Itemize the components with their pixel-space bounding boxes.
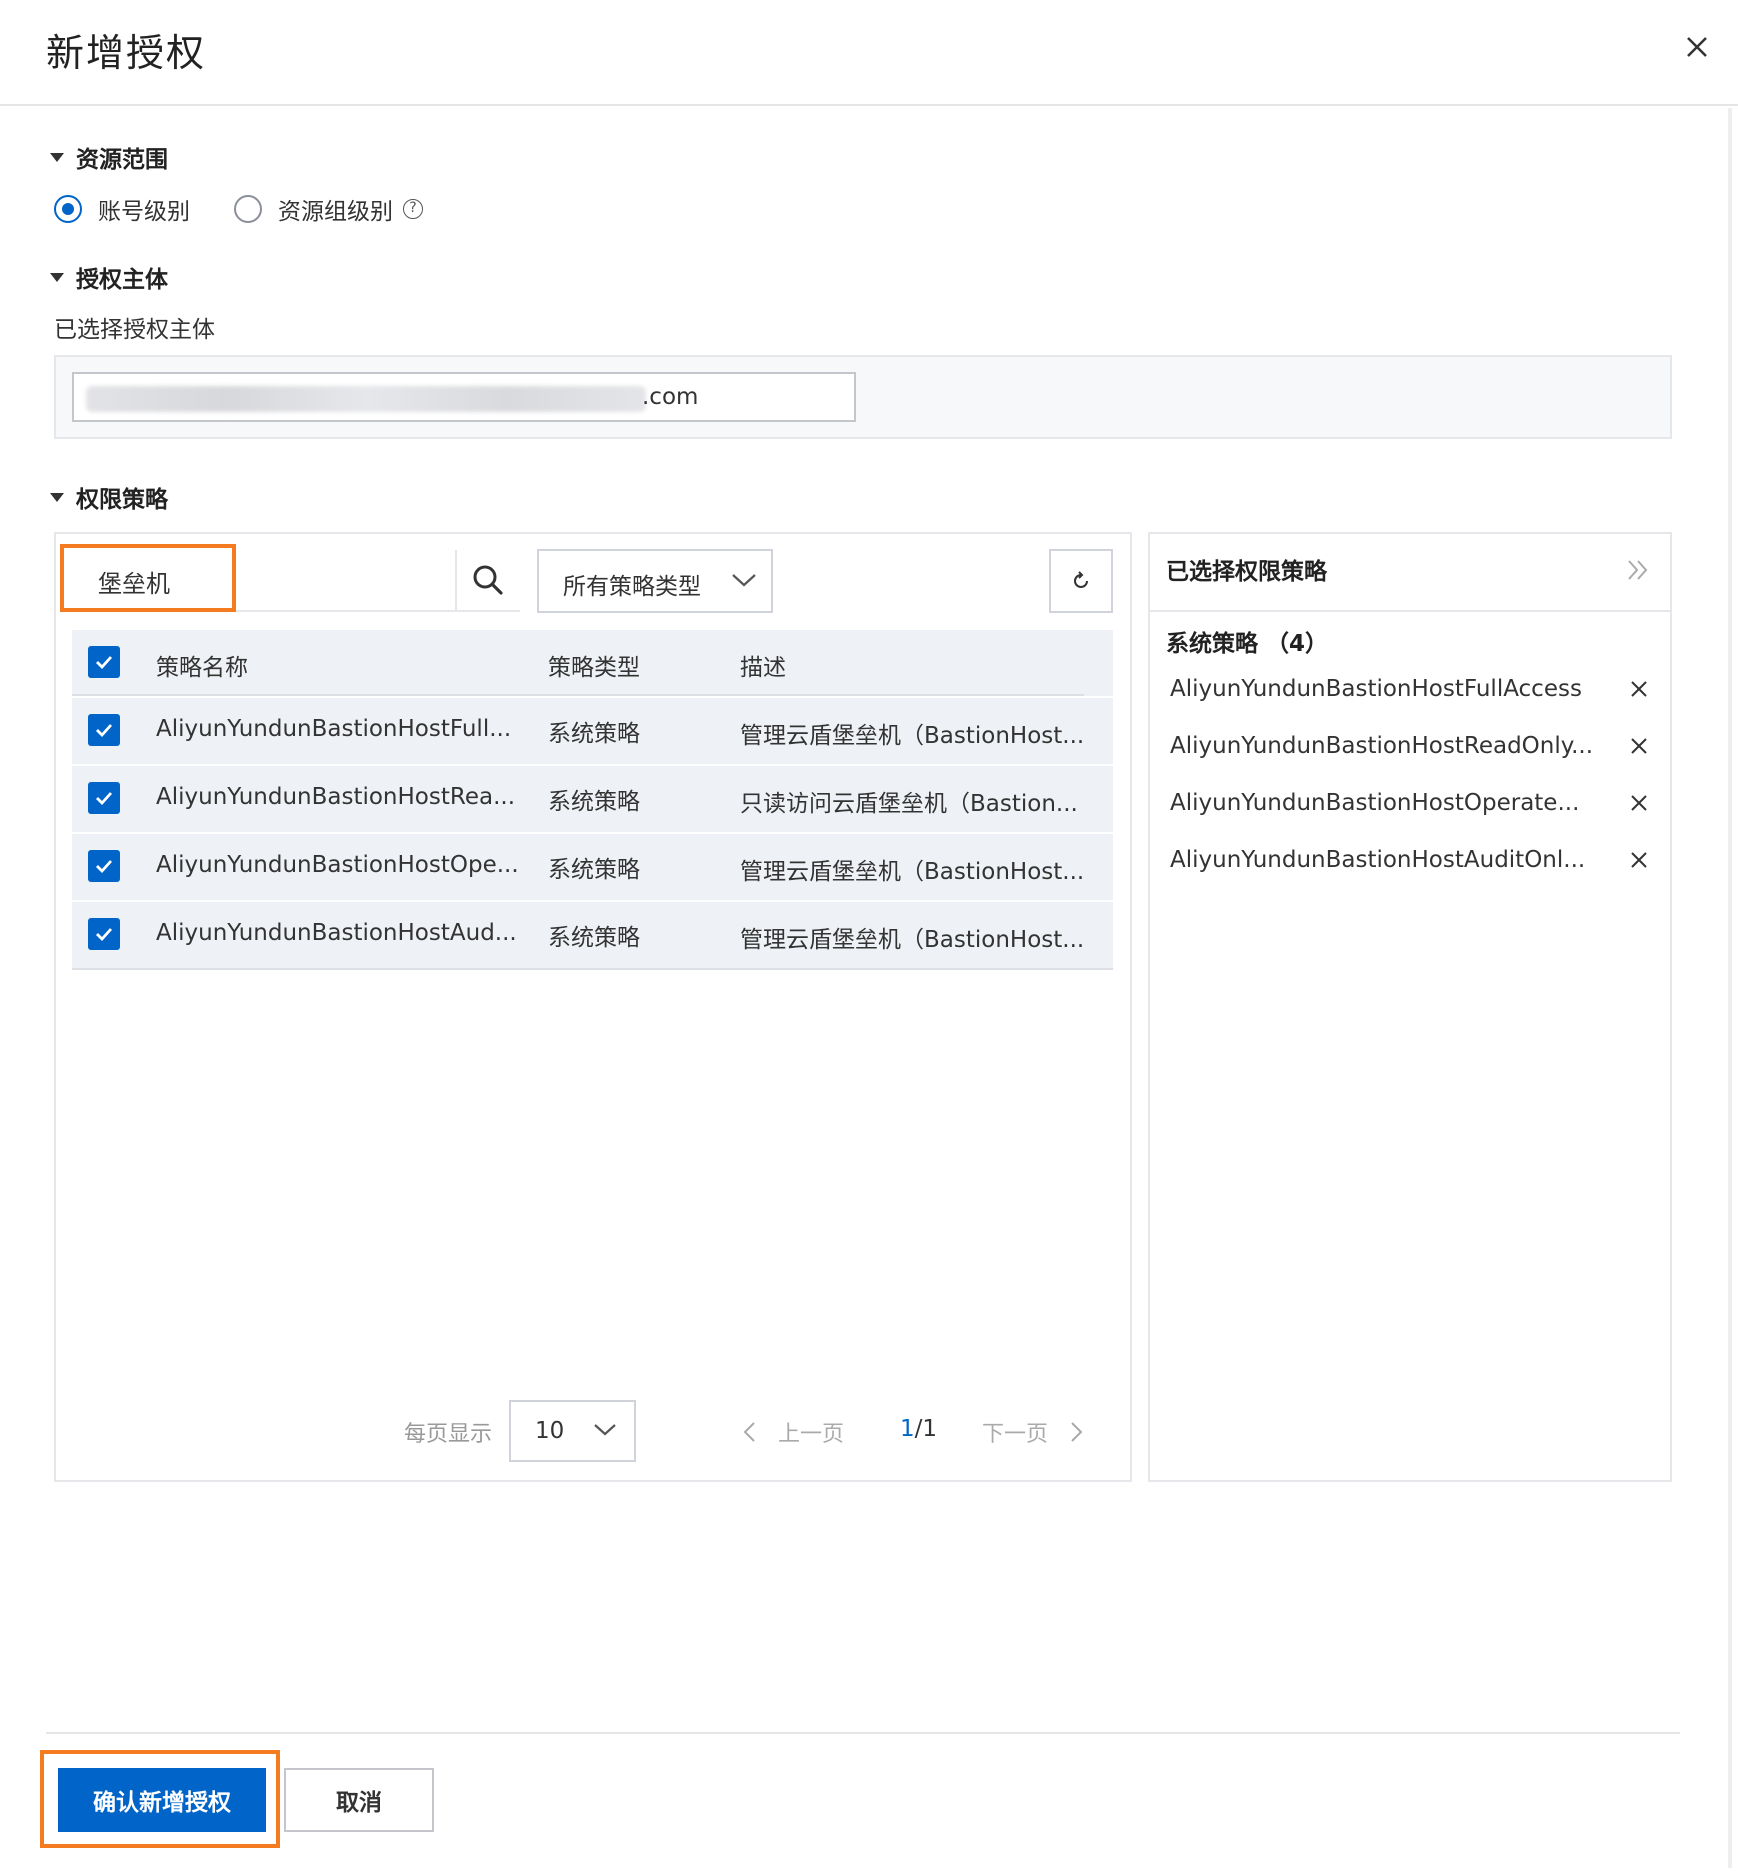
prev-page-button[interactable]: 上一页 — [740, 1416, 844, 1448]
row-checkbox[interactable] — [88, 714, 120, 746]
caret-down-icon — [50, 272, 64, 282]
row-policy-type: 系统策略 — [548, 925, 640, 951]
chevron-down-icon — [592, 1420, 618, 1440]
next-page-button[interactable]: 下一页 — [982, 1416, 1086, 1448]
caret-down-icon — [50, 152, 64, 162]
row-policy-desc: 管理云盾堡垒机（BastionHost... — [740, 927, 1085, 953]
checkmark-icon — [96, 656, 113, 670]
refresh-icon — [1074, 571, 1088, 588]
total-pages: /1 — [914, 1416, 938, 1442]
checkmark-icon — [96, 792, 113, 806]
section-principal-label: 授权主体 — [76, 267, 168, 293]
selected-policy-item: AliyunYundunBastionHostReadOnly... — [1170, 733, 1594, 759]
selected-principal-label: 已选择授权主体 — [54, 317, 215, 343]
col-header-desc: 描述 — [740, 655, 786, 681]
select-all-checkbox[interactable] — [88, 646, 120, 678]
help-icon[interactable]: ? — [403, 199, 423, 219]
radio-account-level-label: 账号级别 — [98, 199, 190, 225]
row-checkbox[interactable] — [88, 918, 120, 950]
selected-policy-item: AliyunYundunBastionHostAuditOnl... — [1170, 847, 1586, 873]
remove-policy-icon[interactable] — [1628, 735, 1650, 757]
selected-group-label: 系统策略 （4） — [1166, 631, 1329, 657]
row-policy-name: AliyunYundunBastionHostOpe... — [156, 852, 519, 878]
prev-page-label: 上一页 — [778, 1422, 845, 1447]
radio-resource-group-level[interactable]: 资源组级别 ? — [234, 192, 423, 226]
selected-policy-item: AliyunYundunBastionHostFullAccess — [1170, 676, 1582, 702]
section-policy[interactable]: 权限策略 — [50, 480, 168, 514]
row-policy-name: AliyunYundunBastionHostFull... — [156, 716, 512, 742]
dialog-header — [0, 0, 1738, 106]
col-header-name: 策略名称 — [156, 655, 248, 681]
remove-policy-icon[interactable] — [1628, 849, 1650, 871]
radio-selected-icon[interactable] — [54, 195, 82, 223]
scrollbar[interactable] — [1728, 108, 1732, 1868]
row-policy-name: AliyunYundunBastionHostRea... — [156, 784, 516, 810]
radio-account-level[interactable]: 账号级别 — [54, 192, 190, 226]
checkmark-icon — [96, 724, 113, 738]
per-page-label: 每页显示 — [404, 1422, 493, 1447]
section-policy-label: 权限策略 — [76, 487, 168, 513]
search-icon[interactable] — [470, 562, 506, 598]
row-policy-desc: 管理云盾堡垒机（BastionHost... — [740, 723, 1085, 749]
selected-panel-divider — [1150, 610, 1670, 612]
search-divider — [455, 550, 457, 610]
footer-divider — [46, 1732, 1680, 1734]
selected-policy-panel — [1148, 532, 1672, 1482]
section-scope[interactable]: 资源范围 — [50, 140, 168, 174]
remove-policy-icon[interactable] — [1628, 792, 1650, 814]
remove-policy-icon[interactable] — [1628, 678, 1650, 700]
cancel-button[interactable]: 取消 — [284, 1768, 434, 1832]
selected-policies-title: 已选择权限策略 — [1166, 559, 1327, 585]
chevron-left-icon — [743, 1422, 755, 1442]
chevron-right-icon — [1071, 1422, 1083, 1442]
row-policy-type: 系统策略 — [548, 789, 640, 815]
dialog-title: 新增授权 — [46, 31, 207, 75]
page-indicator: 1/1 — [900, 1416, 937, 1442]
row-policy-desc: 管理云盾堡垒机（BastionHost... — [740, 859, 1085, 885]
confirm-add-authorization-button[interactable]: 确认新增授权 — [58, 1768, 266, 1832]
row-policy-name: AliyunYundunBastionHostAud... — [156, 920, 517, 946]
next-page-label: 下一页 — [982, 1422, 1049, 1447]
row-policy-type: 系统策略 — [548, 857, 640, 883]
row-checkbox[interactable] — [88, 782, 120, 814]
checkmark-icon — [96, 860, 113, 874]
radio-resource-group-label: 资源组级别 — [278, 199, 393, 225]
double-chevron-right-icon[interactable] — [1624, 556, 1652, 584]
refresh-button[interactable] — [1049, 549, 1113, 613]
checkmark-icon — [96, 928, 113, 942]
current-page: 1 — [900, 1416, 915, 1442]
chevron-down-icon — [730, 570, 758, 590]
col-header-type: 策略类型 — [548, 655, 640, 681]
row-policy-type: 系统策略 — [548, 721, 640, 747]
caret-down-icon — [50, 492, 64, 502]
row-policy-desc: 只读访问云盾堡垒机（Bastion... — [740, 791, 1078, 817]
redacted-account — [86, 386, 646, 412]
section-principal[interactable]: 授权主体 — [50, 260, 168, 294]
section-scope-label: 资源范围 — [76, 147, 168, 173]
selected-policy-item: AliyunYundunBastionHostOperate... — [1170, 790, 1580, 816]
radio-unselected-icon[interactable] — [234, 195, 262, 223]
principal-suffix: .com — [642, 384, 699, 410]
row-checkbox[interactable] — [88, 850, 120, 882]
table-bottom-border — [72, 968, 1113, 970]
close-icon[interactable] — [1680, 30, 1714, 64]
search-highlight-box — [60, 544, 236, 612]
